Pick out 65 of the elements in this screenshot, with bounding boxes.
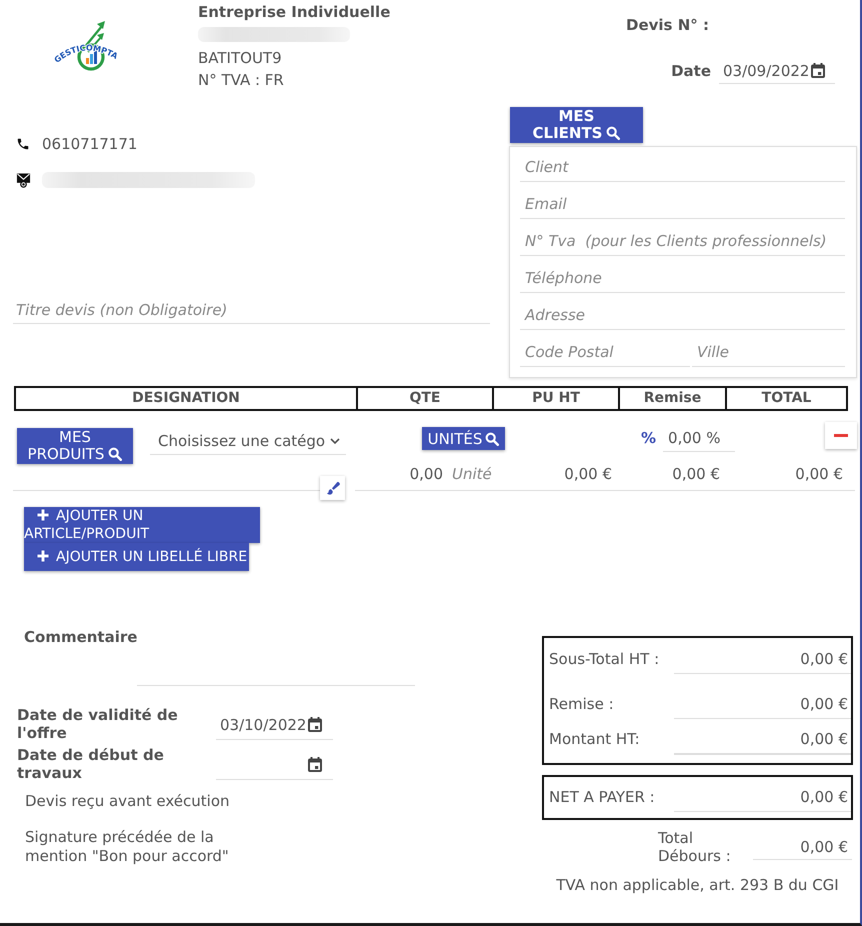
brush-icon xyxy=(326,481,340,495)
input-field[interactable]: Email xyxy=(520,182,845,219)
table-cell-text: 0,00 € xyxy=(564,465,612,485)
percent-toggle[interactable]: % xyxy=(641,429,656,447)
minus-icon xyxy=(834,434,848,437)
clients-button[interactable]: MES CLIENTS xyxy=(510,107,643,143)
date-label: Date xyxy=(671,62,711,80)
phone-icon xyxy=(16,137,30,151)
input-field[interactable]: Adresse xyxy=(520,293,845,330)
total-label: Montant HT: xyxy=(549,730,640,748)
calendar-icon xyxy=(308,717,322,732)
company-code: BATITOUT9 xyxy=(198,48,282,69)
note-text: Devis reçu avant exécution xyxy=(25,792,230,810)
column-header: DESIGNATION xyxy=(131,389,241,408)
date-label: Date de début de travaux xyxy=(17,746,165,782)
category-select[interactable]: Choisissez une catégo xyxy=(150,427,346,455)
total-value: 0,00 € xyxy=(674,650,851,674)
date-field[interactable]: 03/10/2022 xyxy=(216,710,333,740)
input-field[interactable]: Téléphone xyxy=(520,256,845,293)
vat-note: TVA non applicable, art. 293 B du CGI xyxy=(556,876,839,894)
total-value: 0,00 € xyxy=(753,838,852,860)
table-cell-text: 0,00 € xyxy=(795,465,843,485)
table-cell-text: 0,00 € xyxy=(672,465,720,485)
input-field[interactable]: Code Postal xyxy=(520,330,690,367)
total-value: 0,00 € xyxy=(674,730,851,755)
search-icon xyxy=(485,432,500,446)
column-header: PU HT xyxy=(492,388,618,409)
total-value: 0,00 € xyxy=(674,695,851,719)
comment-label: Commentaire xyxy=(24,628,138,646)
total-label: NET A PAYER : xyxy=(549,788,655,806)
plus-icon xyxy=(37,550,49,562)
column-header: Remise xyxy=(618,388,725,409)
search-icon xyxy=(108,447,122,461)
brush-button[interactable] xyxy=(320,476,345,500)
products-button[interactable]: MES PRODUITS xyxy=(17,428,133,464)
plus-icon xyxy=(37,509,49,521)
input-field[interactable]: Client xyxy=(520,147,845,182)
note-text: Signature précédée de la mention "Bon pour accord" xyxy=(25,828,230,866)
add-button[interactable]: AJOUTER UN ARTICLE/PRODUIT xyxy=(24,507,260,543)
total-label: Sous-Total HT : xyxy=(549,650,660,668)
remove-line-button[interactable] xyxy=(825,422,858,449)
envelope-icon xyxy=(16,172,31,188)
table-cell-text: Unité xyxy=(452,465,492,485)
company-title: Entreprise Individuelle xyxy=(198,3,390,21)
calendar-icon xyxy=(308,757,322,772)
chevron-down-icon xyxy=(330,438,340,444)
quote-number-label: Devis N° : xyxy=(626,16,709,34)
column-header: QTE xyxy=(356,388,492,409)
total-label: Remise : xyxy=(549,695,614,713)
units-button[interactable]: UNITÉS xyxy=(422,427,505,450)
discount-field[interactable]: 0,00 % xyxy=(663,425,736,452)
phone-number: 0610717171 xyxy=(42,135,138,153)
calendar-icon xyxy=(811,63,826,78)
date-field[interactable]: 03/09/2022 xyxy=(719,58,835,84)
total-label: Total Débours : xyxy=(658,829,732,865)
table-cell-text: 0,00 xyxy=(410,465,443,485)
total-value: 0,00 € xyxy=(674,788,851,812)
title-field[interactable]: Titre devis (non Obligatoire) xyxy=(13,296,490,324)
input-field[interactable]: N° Tva (pour les Clients professionnels) xyxy=(520,219,845,256)
input-field[interactable]: Ville xyxy=(692,330,845,367)
add-button[interactable]: AJOUTER UN LIBELLÉ LIBRE xyxy=(24,543,250,571)
column-header: TOTAL xyxy=(725,388,846,409)
vat-number: N° TVA : FR xyxy=(198,70,284,91)
date-label: Date de validité de l'offre xyxy=(17,706,179,742)
search-icon xyxy=(606,126,620,140)
